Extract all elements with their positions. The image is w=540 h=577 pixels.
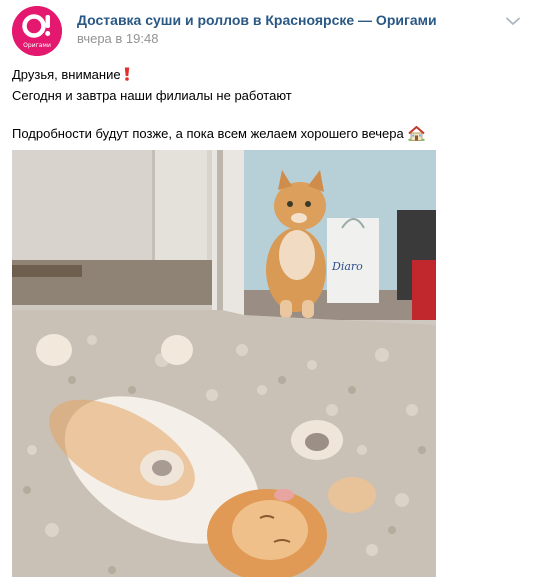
avatar-label: Оригами bbox=[23, 42, 51, 49]
svg-text:Diaro: Diaro bbox=[331, 260, 363, 273]
empty-line bbox=[12, 105, 522, 124]
wall-post: Оригами Доставка суши и роллов в Красноя… bbox=[0, 0, 540, 577]
community-avatar[interactable]: Оригами bbox=[12, 6, 62, 56]
post-line: Подробности будут позже, а пока всем жел… bbox=[12, 124, 522, 146]
post-line: Сегодня и завтра наши филиалы не работаю… bbox=[12, 88, 292, 103]
chevron-down-icon bbox=[506, 17, 520, 25]
post-line-text: Подробности будут позже, а пока всем жел… bbox=[12, 126, 404, 141]
house-icon bbox=[408, 126, 425, 146]
post-menu-button[interactable] bbox=[502, 12, 524, 30]
post-text: Друзья, внимание Сегодня и завтра наши ф… bbox=[12, 65, 522, 146]
post-date-link[interactable]: вчера в 19:48 bbox=[77, 30, 158, 47]
community-name-link[interactable]: Доставка суши и роллов в Красноярске — О… bbox=[77, 11, 437, 29]
exclamation-mark-icon bbox=[124, 67, 130, 86]
cats-photo: Diaro bbox=[12, 150, 436, 577]
post-photo[interactable]: Diaro bbox=[12, 150, 436, 577]
post-line: Друзья, внимание bbox=[12, 65, 522, 86]
post-line-text: Друзья, внимание bbox=[12, 67, 121, 82]
